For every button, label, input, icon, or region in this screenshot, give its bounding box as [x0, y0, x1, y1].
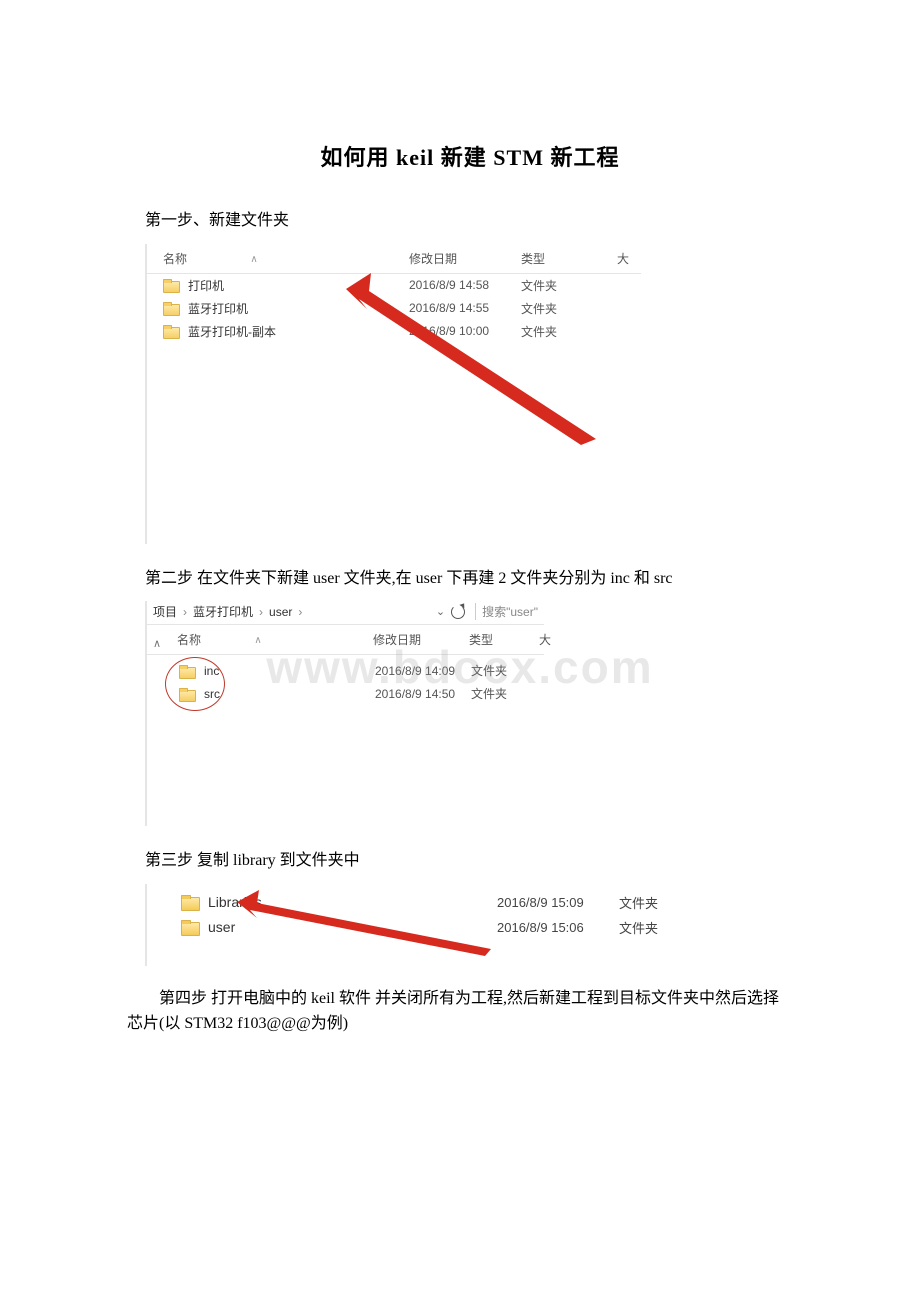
- title-text-1: 如何用: [321, 145, 397, 170]
- file-row[interactable]: 蓝牙打印机 2016/8/9 14:55 文件夹: [147, 297, 641, 320]
- file-date: 2016/8/9 15:06: [497, 920, 619, 935]
- file-type: 文件夹: [521, 277, 617, 294]
- file-name: user: [208, 919, 235, 935]
- file-row[interactable]: Libraries 2016/8/9 15:09 文件夹: [147, 890, 685, 915]
- breadcrumb-item[interactable]: 蓝牙打印机: [193, 603, 253, 620]
- file-type: 文件夹: [619, 918, 679, 937]
- col-header-date[interactable]: 修改日期: [373, 631, 469, 648]
- breadcrumb-item[interactable]: 项目: [153, 603, 177, 620]
- col-header-name[interactable]: 名称 ∧: [163, 250, 409, 267]
- folder-icon: [163, 325, 178, 337]
- folder-icon: [181, 920, 198, 934]
- chevron-right-icon: ›: [259, 605, 263, 619]
- title-text-2: 新建: [441, 145, 494, 170]
- column-headers: 名称 ∧ 修改日期 类型 大: [147, 244, 641, 274]
- title-text-3: 新工程: [550, 145, 619, 170]
- file-type: 文件夹: [471, 685, 541, 702]
- breadcrumb-bar: 项目 › 蓝牙打印机 › user › ⌄ 搜索"user": [147, 601, 544, 624]
- col-header-type[interactable]: 类型: [521, 250, 617, 267]
- file-type: 文件夹: [521, 300, 617, 317]
- file-date: 2016/8/9 15:09: [497, 895, 619, 910]
- col-header-name-label: 名称: [163, 252, 187, 266]
- step-3-text: 第三步 复制 library 到文件夹中: [145, 848, 795, 874]
- folder-icon: [163, 279, 178, 291]
- step-4-text: 第四步 打开电脑中的 keil 软件 并关闭所有为工程,然后新建工程到目标文件夹…: [127, 986, 795, 1037]
- collapse-caret-icon[interactable]: ∧: [153, 637, 161, 650]
- col-header-size[interactable]: 大: [539, 631, 557, 648]
- file-name: 蓝牙打印机-副本: [188, 323, 276, 340]
- col-header-name-label: 名称: [177, 633, 201, 647]
- col-header-date[interactable]: 修改日期: [409, 250, 521, 267]
- explorer-panel-2: 项目 › 蓝牙打印机 › user › ⌄ 搜索"user" ∧ 名称 ∧ 修改…: [145, 601, 544, 826]
- file-date: 2016/8/9 14:58: [409, 278, 521, 292]
- file-date: 2016/8/9 10:00: [409, 324, 521, 338]
- file-row[interactable]: 蓝牙打印机-副本 2016/8/9 10:00 文件夹: [147, 320, 641, 343]
- file-date: 2016/8/9 14:09: [375, 664, 471, 678]
- col-header-size[interactable]: 大: [617, 250, 637, 267]
- breadcrumb-item[interactable]: user: [269, 605, 292, 619]
- file-name: src: [204, 687, 220, 701]
- folder-icon: [179, 688, 194, 700]
- folder-icon: [179, 665, 194, 677]
- file-name: 蓝牙打印机: [188, 300, 248, 317]
- title-keyword-stm: STM: [493, 145, 550, 170]
- search-input[interactable]: 搜索"user": [475, 603, 538, 620]
- file-date: 2016/8/9 14:55: [409, 301, 521, 315]
- title-keyword-keil: keil: [396, 145, 441, 170]
- sort-caret-icon: ∧: [254, 635, 261, 646]
- explorer-panel-3: Libraries 2016/8/9 15:09 文件夹 user 2016/8…: [145, 884, 685, 966]
- file-row[interactable]: src 2016/8/9 14:50 文件夹: [161, 682, 544, 705]
- col-header-type[interactable]: 类型: [469, 631, 539, 648]
- sort-caret-icon: ∧: [250, 254, 257, 265]
- col-header-name[interactable]: 名称 ∧: [177, 631, 373, 648]
- explorer-panel-1: 名称 ∧ 修改日期 类型 大 打印机 2016/8/9 14:58 文件夹 蓝牙…: [145, 244, 641, 544]
- file-row[interactable]: 打印机 2016/8/9 14:58 文件夹: [147, 274, 641, 297]
- file-row[interactable]: user 2016/8/9 15:06 文件夹: [147, 915, 685, 940]
- folder-icon: [181, 895, 198, 909]
- dropdown-caret-icon[interactable]: ⌄: [436, 605, 445, 618]
- folder-icon: [163, 302, 178, 314]
- file-type: 文件夹: [521, 323, 617, 340]
- chevron-right-icon: ›: [183, 605, 187, 619]
- file-row[interactable]: inc 2016/8/9 14:09 文件夹: [161, 659, 544, 682]
- refresh-icon[interactable]: [451, 605, 465, 619]
- file-date: 2016/8/9 14:50: [375, 687, 471, 701]
- step-2-text: 第二步 在文件夹下新建 user 文件夹,在 user 下再建 2 文件夹分别为…: [145, 566, 795, 592]
- doc-title: 如何用 keil 新建 STM 新工程: [145, 140, 795, 172]
- file-name: inc: [204, 664, 219, 678]
- file-name: 打印机: [188, 277, 224, 294]
- file-type: 文件夹: [471, 662, 541, 679]
- column-headers: 名称 ∧ 修改日期 类型 大: [147, 625, 544, 655]
- step-1-text: 第一步、新建文件夹: [145, 208, 795, 234]
- file-name: Libraries: [208, 894, 262, 910]
- file-type: 文件夹: [619, 893, 679, 912]
- chevron-right-icon: ›: [298, 605, 302, 619]
